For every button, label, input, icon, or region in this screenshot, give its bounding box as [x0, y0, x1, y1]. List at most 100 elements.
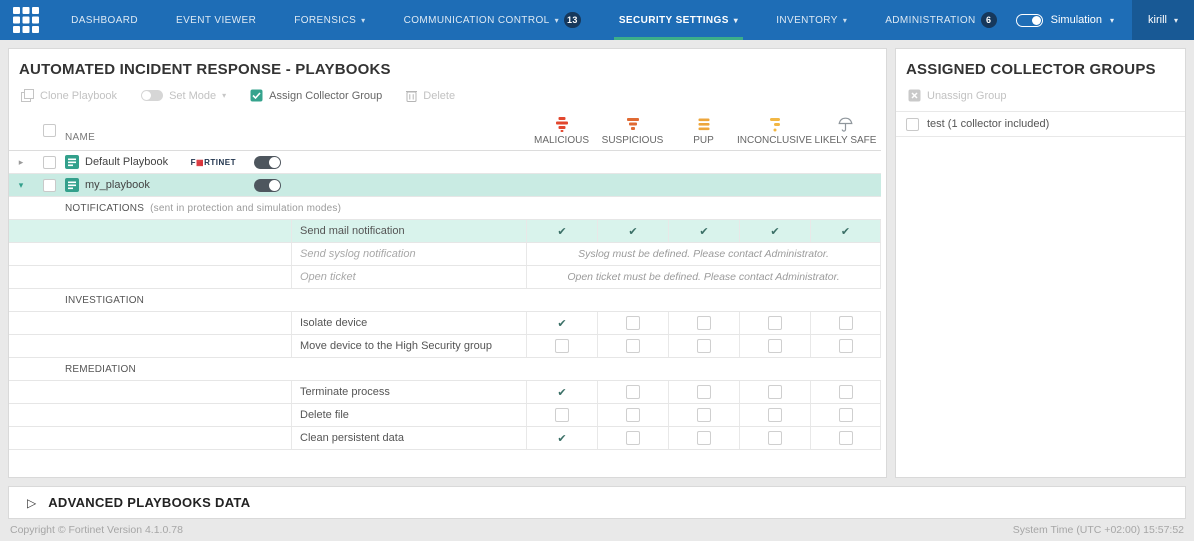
action-label: Terminate process	[291, 381, 526, 403]
admin-message: Open ticket must be defined. Please cont…	[526, 266, 881, 288]
state-cell-inconclusive[interactable]	[739, 335, 810, 357]
state-cell-inconclusive[interactable]	[739, 381, 810, 403]
group-checkbox[interactable]	[906, 118, 919, 131]
column-header-suspicious: SUSPICIOUS	[597, 111, 668, 150]
playbook-icon	[65, 178, 79, 192]
state-cell-pup[interactable]	[668, 427, 739, 449]
playbook-enabled-toggle[interactable]	[254, 179, 281, 192]
state-cell-inconclusive[interactable]	[739, 312, 810, 334]
state-cell-suspicious[interactable]	[597, 404, 668, 426]
malicious-icon	[555, 117, 569, 132]
state-cell-suspicious[interactable]	[597, 381, 668, 403]
section-row-notifications: NOTIFICATIONS (sent in protection and sim…	[9, 197, 881, 220]
chevron-down-icon: ▾	[555, 16, 559, 25]
playbook-enabled-toggle[interactable]	[254, 156, 281, 169]
state-cell-pup[interactable]	[668, 381, 739, 403]
playbooks-panel: AUTOMATED INCIDENT RESPONSE - PLAYBOOKS …	[8, 48, 887, 478]
fortinet-grid-logo-icon	[13, 7, 39, 33]
state-cell-malicious[interactable]	[526, 404, 597, 426]
group-label: test (1 collector included)	[927, 118, 1049, 130]
advanced-section-title: ADVANCED PLAYBOOKS DATA	[48, 495, 250, 510]
collapse-arrow-icon[interactable]: ▾	[9, 174, 33, 196]
checked-square-icon	[250, 89, 263, 102]
section-row-remediation: REMEDIATION	[9, 358, 881, 381]
chevron-down-icon: ▾	[843, 16, 847, 25]
nav-communication-control[interactable]: COMMUNICATION CONTROL▾13	[385, 0, 600, 40]
unassign-group-button[interactable]: Unassign Group	[908, 89, 1007, 102]
chevron-down-icon[interactable]: ▾	[1110, 16, 1114, 25]
section-label: INVESTIGATION	[65, 295, 144, 306]
action-row-move-device: Move device to the High Security group	[9, 335, 881, 358]
state-cell-suspicious[interactable]	[597, 220, 668, 242]
state-cell-pup[interactable]	[668, 404, 739, 426]
expand-arrow-icon[interactable]: ▸	[9, 151, 33, 173]
top-navbar: DASHBOARD EVENT VIEWER FORENSICS▾ COMMUN…	[0, 0, 1194, 40]
row-checkbox[interactable]	[43, 179, 56, 192]
collector-groups-panel: ASSIGNED COLLECTOR GROUPS Unassign Group…	[895, 48, 1186, 478]
state-cell-pup[interactable]	[668, 220, 739, 242]
column-header-inconclusive: INCONCLUSIVE	[739, 111, 810, 150]
action-label: Move device to the High Security group	[291, 335, 526, 357]
nav-administration[interactable]: ADMINISTRATION6	[866, 0, 1015, 40]
chevron-down-icon: ▾	[734, 16, 738, 25]
username-label: kirill	[1148, 14, 1167, 26]
user-menu[interactable]: kirill ▾	[1132, 0, 1194, 40]
clone-playbook-button[interactable]: Clone Playbook	[21, 89, 117, 102]
state-cell-malicious[interactable]	[526, 381, 597, 403]
state-cell-likely-safe[interactable]	[810, 427, 881, 449]
system-time-label: System Time (UTC +02:00) 15:57:52	[1013, 524, 1184, 536]
simulation-mode-toggle[interactable]	[1016, 14, 1043, 27]
action-row-clean-persistent-data: Clean persistent data	[9, 427, 881, 450]
state-cell-likely-safe[interactable]	[810, 220, 881, 242]
state-cell-suspicious[interactable]	[597, 312, 668, 334]
playbook-name: Default Playbook	[85, 156, 168, 168]
state-cell-malicious[interactable]	[526, 220, 597, 242]
state-cell-malicious[interactable]	[526, 312, 597, 334]
section-label: REMEDIATION	[65, 364, 136, 375]
app-logo	[0, 0, 52, 40]
section-label: NOTIFICATIONS	[65, 203, 144, 214]
state-cell-malicious[interactable]	[526, 427, 597, 449]
playbook-icon	[65, 155, 79, 169]
table-header-row: NAME MALICIOUS SUSPICIOUS PUP INCONCLUSI…	[9, 111, 881, 151]
state-cell-likely-safe[interactable]	[810, 404, 881, 426]
inconclusive-icon	[768, 117, 782, 132]
collector-group-row[interactable]: test (1 collector included)	[896, 111, 1185, 137]
main-nav: DASHBOARD EVENT VIEWER FORENSICS▾ COMMUN…	[52, 0, 1016, 40]
pup-icon	[697, 117, 711, 132]
state-cell-inconclusive[interactable]	[739, 404, 810, 426]
state-cell-likely-safe[interactable]	[810, 335, 881, 357]
state-cell-inconclusive[interactable]	[739, 220, 810, 242]
nav-dashboard[interactable]: DASHBOARD	[52, 0, 157, 40]
assign-collector-group-button[interactable]: Assign Collector Group	[250, 89, 382, 102]
action-label: Send syslog notification	[291, 243, 526, 265]
column-header-pup: PUP	[668, 111, 739, 150]
communication-control-badge: 13	[564, 12, 581, 28]
action-label: Isolate device	[291, 312, 526, 334]
state-cell-pup[interactable]	[668, 335, 739, 357]
chevron-down-icon: ▾	[361, 16, 365, 25]
state-cell-inconclusive[interactable]	[739, 427, 810, 449]
name-column-header: NAME	[65, 111, 291, 150]
state-cell-likely-safe[interactable]	[810, 312, 881, 334]
state-cell-pup[interactable]	[668, 312, 739, 334]
copyright-version-label: Copyright © Fortinet Version 4.1.0.78	[10, 524, 183, 536]
nav-security-settings[interactable]: SECURITY SETTINGS▾	[600, 0, 757, 40]
playbooks-table: NAME MALICIOUS SUSPICIOUS PUP INCONCLUSI…	[9, 111, 881, 450]
state-cell-malicious[interactable]	[526, 335, 597, 357]
state-cell-suspicious[interactable]	[597, 335, 668, 357]
section-note: (sent in protection and simulation modes…	[150, 203, 341, 214]
nav-forensics[interactable]: FORENSICS▾	[275, 0, 384, 40]
row-checkbox[interactable]	[43, 156, 56, 169]
delete-button[interactable]: Delete	[406, 89, 455, 102]
nav-inventory[interactable]: INVENTORY▾	[757, 0, 866, 40]
nav-event-viewer[interactable]: EVENT VIEWER	[157, 0, 275, 40]
state-cell-likely-safe[interactable]	[810, 381, 881, 403]
collector-groups-toolbar: Unassign Group	[896, 84, 1185, 111]
suspicious-icon	[626, 117, 640, 132]
action-row-send-syslog: Send syslog notification Syslog must be …	[9, 243, 881, 266]
set-mode-button[interactable]: Set Mode ▾	[141, 90, 226, 102]
select-all-checkbox[interactable]	[43, 124, 56, 137]
state-cell-suspicious[interactable]	[597, 427, 668, 449]
advanced-playbooks-section[interactable]: ▷ ADVANCED PLAYBOOKS DATA	[8, 486, 1186, 519]
